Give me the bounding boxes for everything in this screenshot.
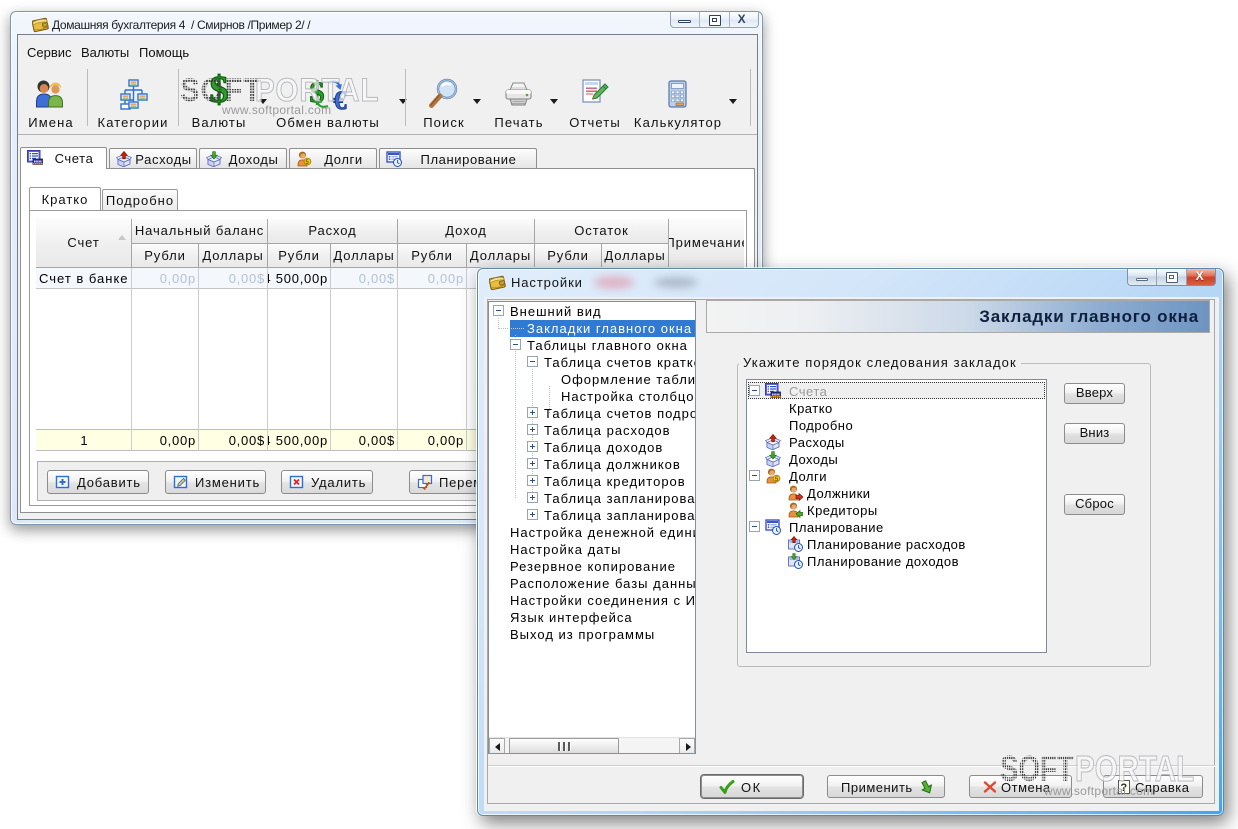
svg-text:?: ? — [1120, 782, 1127, 794]
svg-text:$: $ — [210, 73, 229, 111]
svg-text:€: € — [334, 86, 347, 112]
svg-text:5: 5 — [306, 160, 310, 166]
